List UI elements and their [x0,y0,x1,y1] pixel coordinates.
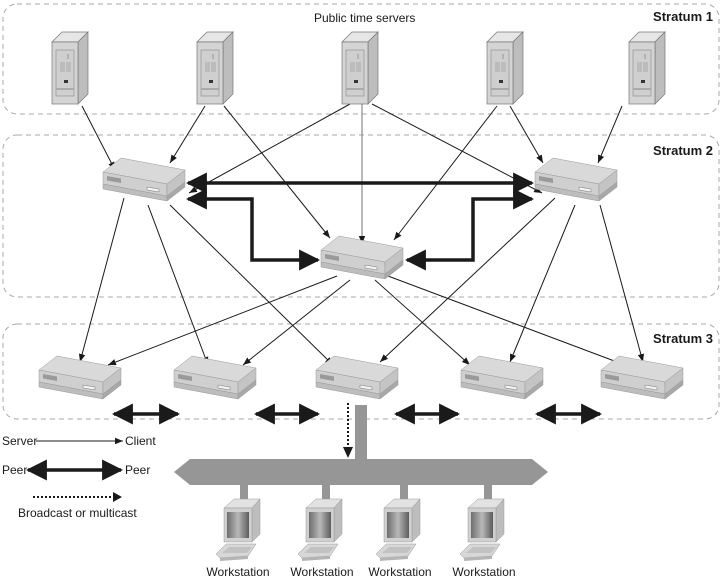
legend-peer-left-label: Peer [2,463,27,477]
legend-client-label: Client [125,434,156,448]
edge-s2b-s3d [509,204,576,363]
stratum1-caption: Public time servers [314,11,415,25]
legend-peer-right-label: Peer [125,463,150,477]
workstation-label-1: Workstation [206,565,269,579]
workstation-label-3: Workstation [368,565,431,579]
stratum3-server-2 [173,355,257,400]
stratum3-label: Stratum 3 [653,331,713,346]
lan-bus [174,405,548,485]
stratum1-server-1 [51,31,89,105]
stratum2-label: Stratum 2 [653,143,713,158]
edge-s2c-s3a [107,275,338,366]
edge-s2b-s3e [599,204,644,363]
workstation-3 [375,485,421,561]
legend: Server Client Peer Peer Broadcast or mul… [2,434,156,520]
edge-s2a-s3b [147,204,209,366]
workstation-label-2: Workstation [290,565,353,579]
peer-s2b-s2c [404,188,535,271]
edge-s2c-s3e [387,275,626,366]
stratum3-server-3 [315,355,399,400]
stratum3-server-5 [600,355,684,400]
stratum1-server-3 [341,31,379,105]
lan-backbone [174,459,548,485]
workstation-label-4: Workstation [452,565,515,579]
legend-server-label: Server [2,434,37,448]
edge-s2a-s3a [78,197,125,363]
lan-uplink [355,405,367,461]
edge-s1d-s2c [393,105,498,241]
stratum2-server-center [320,235,404,280]
edges-layer [78,103,644,458]
stratum2-server-left [102,157,186,202]
stratum1-server-2 [196,31,234,105]
stratum2-server-right [534,157,618,202]
edge-s1c-s2a [188,103,351,194]
workstation-4 [459,485,505,561]
ntp-diagram: Public time servers Stratum 1 Stratum 2 … [2,3,720,579]
stratum3-server-1 [38,355,122,400]
stratum1-server-4 [486,31,524,105]
peer-s2a-s2c [185,188,321,271]
edge-s1a-s2a [81,105,116,171]
legend-broadcast-arrowhead [113,492,122,502]
broadcast-arrowhead [343,447,353,458]
stratum3-server-4 [460,355,544,400]
workstation-1 [215,485,261,561]
workstation-2 [297,485,343,561]
stratum1-label: Stratum 1 [653,9,713,24]
legend-broadcast-label: Broadcast or multicast [18,506,137,520]
edge-s2b-s3c [379,197,556,363]
stratum1-server-5 [628,31,666,105]
edge-s1b-s2c [223,105,331,239]
edge-s1e-s2b [597,105,623,164]
